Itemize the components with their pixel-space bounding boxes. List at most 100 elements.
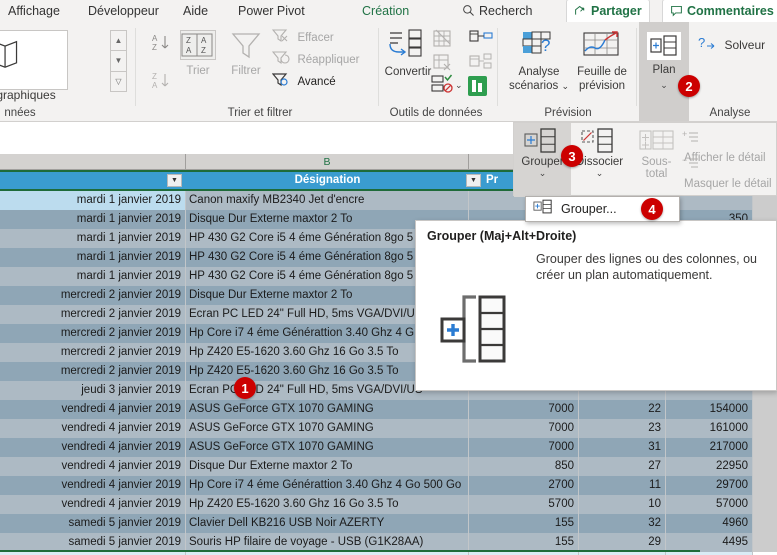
- cell-date[interactable]: mardi 1 janvier 2019: [0, 191, 186, 210]
- convert-text-button[interactable]: [382, 28, 434, 63]
- table-row[interactable]: vendredi 4 janvier 2019 ASUS GeForce GTX …: [0, 400, 777, 419]
- advanced-filter-button[interactable]: Avancé: [271, 72, 336, 88]
- cell-prix[interactable]: 2700: [469, 476, 579, 495]
- cell-date[interactable]: mercredi 2 janvier 2019: [0, 324, 186, 343]
- cell-quantite[interactable]: 27: [579, 457, 666, 476]
- cell-empty[interactable]: [753, 514, 777, 533]
- cell-date[interactable]: vendredi 4 janvier 2019: [0, 495, 186, 514]
- tab-developpeur[interactable]: Développeur: [88, 0, 159, 22]
- cell-date[interactable]: vendredi 4 janvier 2019: [0, 400, 186, 419]
- gallery-more-icon[interactable]: ▽: [110, 70, 127, 92]
- powerpivot-icon[interactable]: [466, 74, 490, 103]
- cell-date[interactable]: vendredi 4 janvier 2019: [0, 457, 186, 476]
- filter-dropdown-designation[interactable]: ▼: [466, 174, 481, 187]
- solver-button[interactable]: ? Solveur: [698, 34, 765, 52]
- cell-quantite[interactable]: 31: [579, 438, 666, 457]
- cell-prix[interactable]: 5700: [469, 495, 579, 514]
- gallery-down-icon[interactable]: ▼: [110, 50, 127, 72]
- sous-total-button[interactable]: Sous- total: [628, 123, 685, 197]
- cell-date[interactable]: vendredi 4 janvier 2019: [0, 476, 186, 495]
- cell-designation[interactable]: Clavier Dell KB216 USB Noir AZERTY: [186, 514, 469, 533]
- cell-prix[interactable]: 155: [469, 514, 579, 533]
- share-button[interactable]: Partager: [566, 0, 650, 22]
- cell-date[interactable]: mercredi 2 janvier 2019: [0, 286, 186, 305]
- cell-empty[interactable]: [753, 400, 777, 419]
- table-row[interactable]: vendredi 4 janvier 2019 Disque Dur Extern…: [0, 457, 777, 476]
- cell-empty[interactable]: [753, 438, 777, 457]
- cell-total[interactable]: 154000: [666, 400, 753, 419]
- sort-za-button[interactable]: Z A: [148, 70, 178, 97]
- gallery-up-icon[interactable]: ▲: [110, 30, 127, 52]
- cell-designation[interactable]: Hp Core i7 4 éme Générattion 3.40 Ghz 4 …: [186, 476, 469, 495]
- table-row[interactable]: vendredi 4 janvier 2019 Hp Core i7 4 éme …: [0, 476, 777, 495]
- ribbon-search[interactable]: Recherch: [462, 0, 533, 22]
- reapply-filter-button[interactable]: Réappliquer: [271, 50, 359, 66]
- grouper-chevron-icon[interactable]: ⌄: [514, 168, 571, 179]
- cell-quantite[interactable]: 32: [579, 514, 666, 533]
- geographic-data-gallery[interactable]: [0, 30, 68, 90]
- cell-prix[interactable]: 850: [469, 457, 579, 476]
- gallery-spinner[interactable]: ▲ ▼ ▽: [110, 30, 127, 92]
- scenario-chevron-icon[interactable]: ⌄: [561, 81, 569, 91]
- cell-date[interactable]: vendredi 4 janvier 2019: [0, 438, 186, 457]
- cell-designation[interactable]: ASUS GeForce GTX 1070 GAMING: [186, 438, 469, 457]
- cell-total[interactable]: 29700: [666, 476, 753, 495]
- dissocier-chevron-icon[interactable]: ⌄: [571, 168, 628, 179]
- cell-date[interactable]: mardi 1 janvier 2019: [0, 267, 186, 286]
- plan-button[interactable]: Plan ⌄: [639, 22, 689, 121]
- table-row[interactable]: vendredi 4 janvier 2019 ASUS GeForce GTX …: [0, 438, 777, 457]
- cell-date[interactable]: mercredi 2 janvier 2019: [0, 305, 186, 324]
- forecast-sheet-button[interactable]: [576, 29, 628, 64]
- table-row[interactable]: vendredi 4 janvier 2019 ASUS GeForce GTX …: [0, 419, 777, 438]
- cell-date[interactable]: samedi 5 janvier 2019: [0, 514, 186, 533]
- cell-date[interactable]: vendredi 4 janvier 2019: [0, 419, 186, 438]
- cell-quantite[interactable]: 10: [579, 495, 666, 514]
- column-letter-b[interactable]: B: [186, 154, 469, 170]
- scenario-analysis-button[interactable]: ?: [513, 29, 565, 64]
- cell-total[interactable]: 161000: [666, 419, 753, 438]
- cell-date[interactable]: jeudi 3 janvier 2019: [0, 381, 186, 400]
- cell-date[interactable]: mardi 1 janvier 2019: [0, 248, 186, 267]
- tab-creation[interactable]: Création: [362, 0, 409, 22]
- cell-total[interactable]: 22950: [666, 457, 753, 476]
- hide-detail-button[interactable]: − Masquer le détail: [682, 155, 776, 190]
- cell-quantite[interactable]: 11: [579, 476, 666, 495]
- cell-empty[interactable]: [753, 457, 777, 476]
- cell-designation[interactable]: ASUS GeForce GTX 1070 GAMING: [186, 419, 469, 438]
- cell-total[interactable]: 57000: [666, 495, 753, 514]
- cell-empty[interactable]: [753, 495, 777, 514]
- relationships-icon[interactable]: [468, 28, 494, 55]
- cell-quantite[interactable]: 22: [579, 400, 666, 419]
- cell-total[interactable]: 4960: [666, 514, 753, 533]
- sort-az-button[interactable]: A Z: [148, 32, 178, 59]
- cell-empty[interactable]: [753, 533, 777, 552]
- cell-date[interactable]: mercredi 2 janvier 2019: [0, 362, 186, 381]
- cell-date[interactable]: mardi 1 janvier 2019: [0, 210, 186, 229]
- filter-dropdown-date[interactable]: ▼: [167, 174, 182, 187]
- cell-date[interactable]: mercredi 2 janvier 2019: [0, 343, 186, 362]
- cell-empty[interactable]: [753, 419, 777, 438]
- consolidate-icon[interactable]: [430, 74, 454, 101]
- cell-designation[interactable]: ASUS GeForce GTX 1070 GAMING: [186, 400, 469, 419]
- tab-affichage[interactable]: Affichage: [8, 0, 60, 22]
- cell-prix[interactable]: 7000: [469, 438, 579, 457]
- table-row[interactable]: samedi 5 janvier 2019 Clavier Dell KB216 …: [0, 514, 777, 533]
- cell-designation[interactable]: Hp Z420 E5-1620 3.60 Ghz 16 Go 3.5 To: [186, 495, 469, 514]
- tab-power-pivot[interactable]: Power Pivot: [238, 0, 305, 22]
- table-row[interactable]: vendredi 4 janvier 2019 Hp Z420 E5-1620 3…: [0, 495, 777, 514]
- clear-filter-button[interactable]: Effacer: [271, 28, 334, 44]
- show-detail-button[interactable]: + Afficher le détail: [682, 129, 776, 164]
- sort-dialog-button[interactable]: Z A A Z: [180, 30, 216, 60]
- filter-button[interactable]: [226, 30, 266, 65]
- cell-total[interactable]: 217000: [666, 438, 753, 457]
- cell-prix[interactable]: 7000: [469, 419, 579, 438]
- column-letter-a[interactable]: [0, 154, 186, 170]
- consolidate-chevron-icon[interactable]: ⌄: [455, 80, 463, 91]
- remove-duplicates-icon[interactable]: [432, 28, 456, 55]
- cell-designation[interactable]: Disque Dur Externe maxtor 2 To: [186, 457, 469, 476]
- cell-prix[interactable]: 7000: [469, 400, 579, 419]
- tab-aide[interactable]: Aide: [183, 0, 208, 22]
- cell-date[interactable]: mardi 1 janvier 2019: [0, 229, 186, 248]
- cell-empty[interactable]: [753, 476, 777, 495]
- cell-quantite[interactable]: 23: [579, 419, 666, 438]
